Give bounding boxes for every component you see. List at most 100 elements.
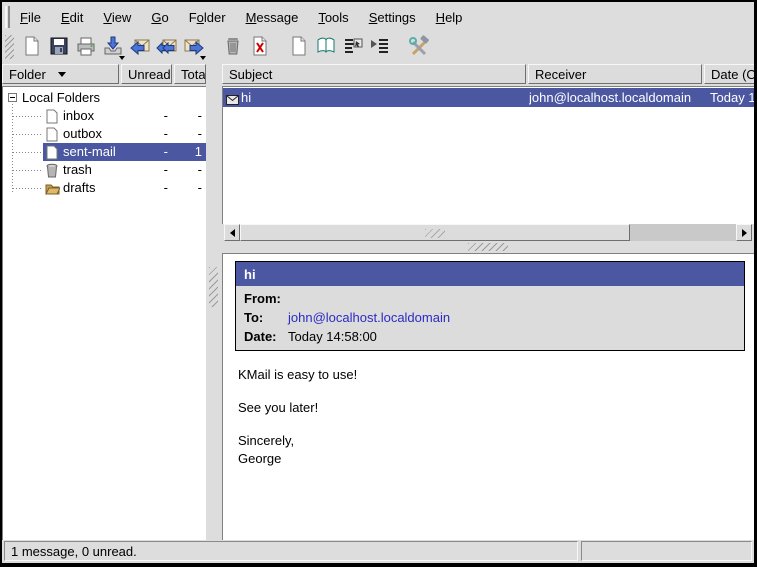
receiver-column-header[interactable]: Receiver [528, 64, 702, 84]
sort-arrow-icon [58, 72, 66, 77]
folder-pane: Folder Unread Total Local Folders inbox … [2, 62, 206, 540]
apply-filters-icon [369, 35, 391, 60]
drafts-folder-icon [45, 181, 60, 199]
to-address-link[interactable]: john@localhost.localdomain [288, 310, 450, 325]
menu-bar: File Edit View Go Folder Message Tools S… [2, 2, 754, 32]
total-column-header[interactable]: Total [174, 64, 206, 84]
menu-file[interactable]: File [10, 6, 51, 29]
folder-row-drafts[interactable]: drafts - - [3, 179, 206, 197]
folder-column-header[interactable]: Folder [2, 64, 119, 84]
scrollbar-thumb[interactable] [240, 224, 630, 241]
folder-row-inbox[interactable]: inbox - - [3, 107, 206, 125]
menu-edit[interactable]: Edit [51, 6, 93, 29]
scroll-left-icon [230, 229, 235, 237]
status-bar: 1 message, 0 unread. [2, 540, 754, 563]
splitter-grip-icon [468, 243, 508, 251]
menu-settings[interactable]: Settings [359, 6, 426, 29]
date-row: Date: Today 14:58:00 [236, 327, 744, 346]
trash-folder-icon [45, 163, 59, 181]
forward-button[interactable] [180, 34, 207, 61]
address-book-button[interactable] [312, 34, 339, 61]
status-secondary-panel [581, 541, 752, 561]
mail-folder-icon [45, 145, 59, 163]
main-toolbar [2, 32, 754, 62]
message-subject-title: hi [236, 262, 744, 286]
delete-button[interactable] [246, 34, 273, 61]
kmail-window: File Edit View Go Folder Message Tools S… [0, 0, 757, 567]
scroll-left-button[interactable] [224, 224, 240, 241]
check-mail-button[interactable] [99, 34, 126, 61]
message-header-box: hi From: To: john@localhost.localdomain … [235, 261, 745, 351]
folder-row-local-folders[interactable]: Local Folders [3, 89, 206, 107]
envelope-icon [226, 93, 239, 107]
new-window-button[interactable] [285, 34, 312, 61]
configure-button[interactable] [405, 34, 432, 61]
folder-message-splitter[interactable] [206, 62, 222, 540]
menu-tools[interactable]: Tools [308, 6, 358, 29]
folder-row-outbox[interactable]: outbox - - [3, 125, 206, 143]
move-to-trash-button[interactable] [219, 34, 246, 61]
body-signature: George [238, 450, 744, 468]
tree-connector [13, 116, 43, 117]
date-column-header[interactable]: Date (O [704, 64, 754, 84]
subject-column-header[interactable]: Subject [222, 64, 526, 84]
trash-icon [222, 35, 244, 60]
scroll-right-button[interactable] [736, 224, 752, 241]
from-row: From: [236, 289, 744, 308]
print-icon [75, 35, 97, 60]
right-pane: Subject Receiver Date (O hi john@localho… [222, 62, 754, 540]
apply-filters-button[interactable] [366, 34, 393, 61]
save-button[interactable] [45, 34, 72, 61]
menu-folder[interactable]: Folder [179, 6, 236, 29]
reply-icon [129, 35, 151, 60]
menu-help[interactable]: Help [426, 6, 473, 29]
folder-row-trash[interactable]: trash - - [3, 161, 206, 179]
reply-all-button[interactable] [153, 34, 180, 61]
body-paragraph: See you later! [238, 399, 744, 417]
new-message-icon [21, 35, 43, 60]
message-body: KMail is easy to use! See you later! Sin… [238, 366, 744, 468]
message-preview-pane: hi From: To: john@localhost.localdomain … [222, 253, 754, 540]
print-button[interactable] [72, 34, 99, 61]
message-header-fields: From: To: john@localhost.localdomain Dat… [236, 286, 744, 350]
date-value: Today 14:58:00 [288, 329, 377, 344]
tree-connector [13, 170, 43, 171]
tree-connector [13, 188, 43, 189]
status-message-panel: 1 message, 0 unread. [4, 541, 578, 561]
folder-tree: Local Folders inbox - - outbox - - s [2, 86, 206, 540]
toolbar-drag-handle[interactable] [5, 35, 14, 59]
splitter-grip-icon [209, 267, 218, 307]
message-list-body: hi john@localhost.localdomain Today 14 [222, 86, 754, 224]
list-preview-splitter[interactable] [222, 241, 754, 253]
unread-column-header[interactable]: Unread [121, 64, 172, 84]
reply-all-icon [156, 35, 178, 60]
body-signoff: Sincerely, [238, 432, 744, 450]
save-icon [48, 35, 70, 60]
collapse-expander-icon[interactable] [8, 93, 17, 102]
status-text: 1 message, 0 unread. [11, 544, 137, 559]
menu-message[interactable]: Message [236, 6, 309, 29]
mail-folder-icon [45, 109, 59, 127]
tree-connector [13, 134, 43, 135]
message-list-pane: Subject Receiver Date (O hi john@localho… [222, 62, 754, 241]
folder-row-sent-mail[interactable]: sent-mail - 1 [3, 143, 206, 161]
forward-dropdown-icon[interactable] [200, 56, 206, 60]
new-message-button[interactable] [18, 34, 45, 61]
address-book-icon [315, 35, 337, 60]
scroll-right-icon [742, 229, 747, 237]
horizontal-scrollbar[interactable] [224, 224, 752, 241]
check-mail-dropdown-icon[interactable] [119, 56, 125, 60]
tree-connector [13, 152, 43, 153]
message-row[interactable]: hi john@localhost.localdomain Today 14 [223, 88, 754, 107]
body-paragraph: KMail is easy to use! [238, 366, 744, 384]
configure-icon [408, 35, 430, 60]
menu-go[interactable]: Go [141, 6, 178, 29]
to-row: To: john@localhost.localdomain [236, 308, 744, 327]
select-messages-button[interactable] [339, 34, 366, 61]
scrollbar-grip-icon [425, 229, 445, 238]
delete-icon [249, 35, 271, 60]
new-window-icon [288, 35, 310, 60]
menu-view[interactable]: View [93, 6, 141, 29]
select-list-icon [342, 35, 364, 60]
reply-button[interactable] [126, 34, 153, 61]
